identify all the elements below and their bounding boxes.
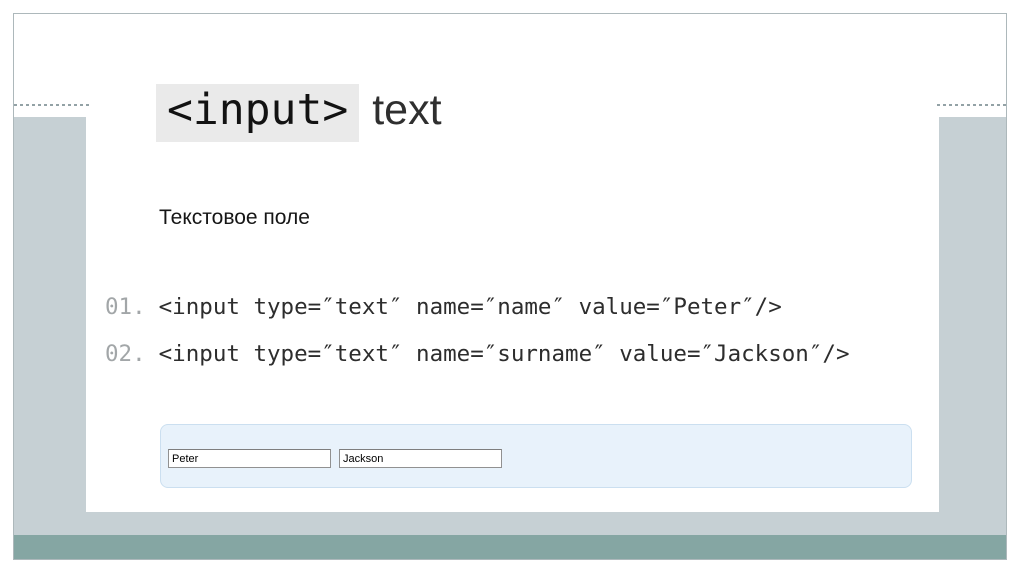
title-suffix: text [372, 86, 442, 134]
slide-title: <input> text [156, 84, 442, 142]
code-text-2: <input type=″text″ name=″surname″ value=… [158, 341, 850, 367]
bottom-gray-band [14, 512, 1006, 535]
bottom-teal-band [14, 535, 1006, 559]
slide: <input> text Текстовое поле 01. <input t… [13, 13, 1007, 560]
code-line-1: 01. <input type=″text″ name=″name″ value… [105, 296, 782, 319]
left-gray-panel [14, 117, 86, 537]
right-dashed-divider [937, 104, 1006, 106]
title-code-tag: <input> [156, 84, 360, 142]
demo-panel [160, 424, 912, 488]
right-gray-panel [939, 117, 1006, 537]
name-text-input[interactable] [168, 449, 331, 468]
line-number-1: 01. [105, 294, 146, 320]
surname-text-input[interactable] [339, 449, 502, 468]
left-dashed-divider [14, 104, 89, 106]
code-text-1: <input type=″text″ name=″name″ value=″Pe… [158, 294, 782, 320]
code-line-2: 02. <input type=″text″ name=″surname″ va… [105, 343, 850, 366]
slide-subtitle: Текстовое поле [159, 206, 310, 229]
line-number-2: 02. [105, 341, 146, 367]
